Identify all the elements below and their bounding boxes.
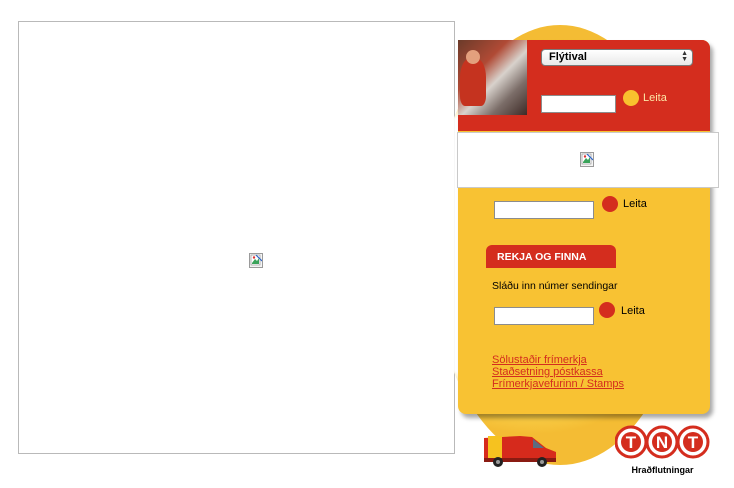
svg-text:T: T: [688, 433, 699, 452]
middle-search-button[interactable]: Leita: [623, 198, 647, 210]
tracking-prompt: Sláðu inn númer sendingar: [492, 280, 618, 292]
photo-head: [466, 50, 480, 64]
broken-image-icon: [249, 253, 263, 268]
svg-text:T: T: [626, 433, 637, 452]
middle-search-input[interactable]: [494, 201, 594, 219]
top-search-dot-icon[interactable]: [623, 90, 639, 106]
tnt-logo-mark: T N T: [614, 425, 710, 459]
broken-image-icon: [580, 152, 594, 167]
courier-photo: [458, 40, 527, 115]
svg-text:N: N: [656, 433, 668, 452]
track-and-find-tab[interactable]: REKJA OG FINNA: [486, 245, 616, 268]
link-stamps-website[interactable]: Frímerkjavefurinn / Stamps: [492, 378, 624, 390]
tnt-tagline: Hraðflutningar: [631, 465, 694, 475]
top-search-button[interactable]: Leita: [643, 92, 667, 104]
middle-search-dot-icon[interactable]: [602, 196, 618, 212]
delivery-van-icon: [484, 436, 556, 467]
link-stamp-sales[interactable]: Sölustaðir frímerkja: [492, 354, 587, 366]
tracking-search-dot-icon[interactable]: [599, 302, 615, 318]
tracking-number-input[interactable]: [494, 307, 594, 325]
link-postbox-locations[interactable]: Staðsetning póstkassa: [492, 366, 603, 378]
dropdown-selected-value: Flýtival: [549, 51, 587, 63]
main-content-frame: [18, 21, 455, 454]
dropdown-arrows-icon: ▲ ▼: [681, 50, 688, 63]
banner-frame: [457, 132, 719, 188]
quick-select-dropdown[interactable]: Flýtival ▲ ▼: [541, 49, 693, 66]
tracking-search-button[interactable]: Leita: [621, 305, 645, 317]
photo-person: [460, 58, 486, 106]
tnt-logo: T N T Hraðflutningar: [614, 424, 710, 475]
top-search-input[interactable]: [541, 95, 616, 113]
